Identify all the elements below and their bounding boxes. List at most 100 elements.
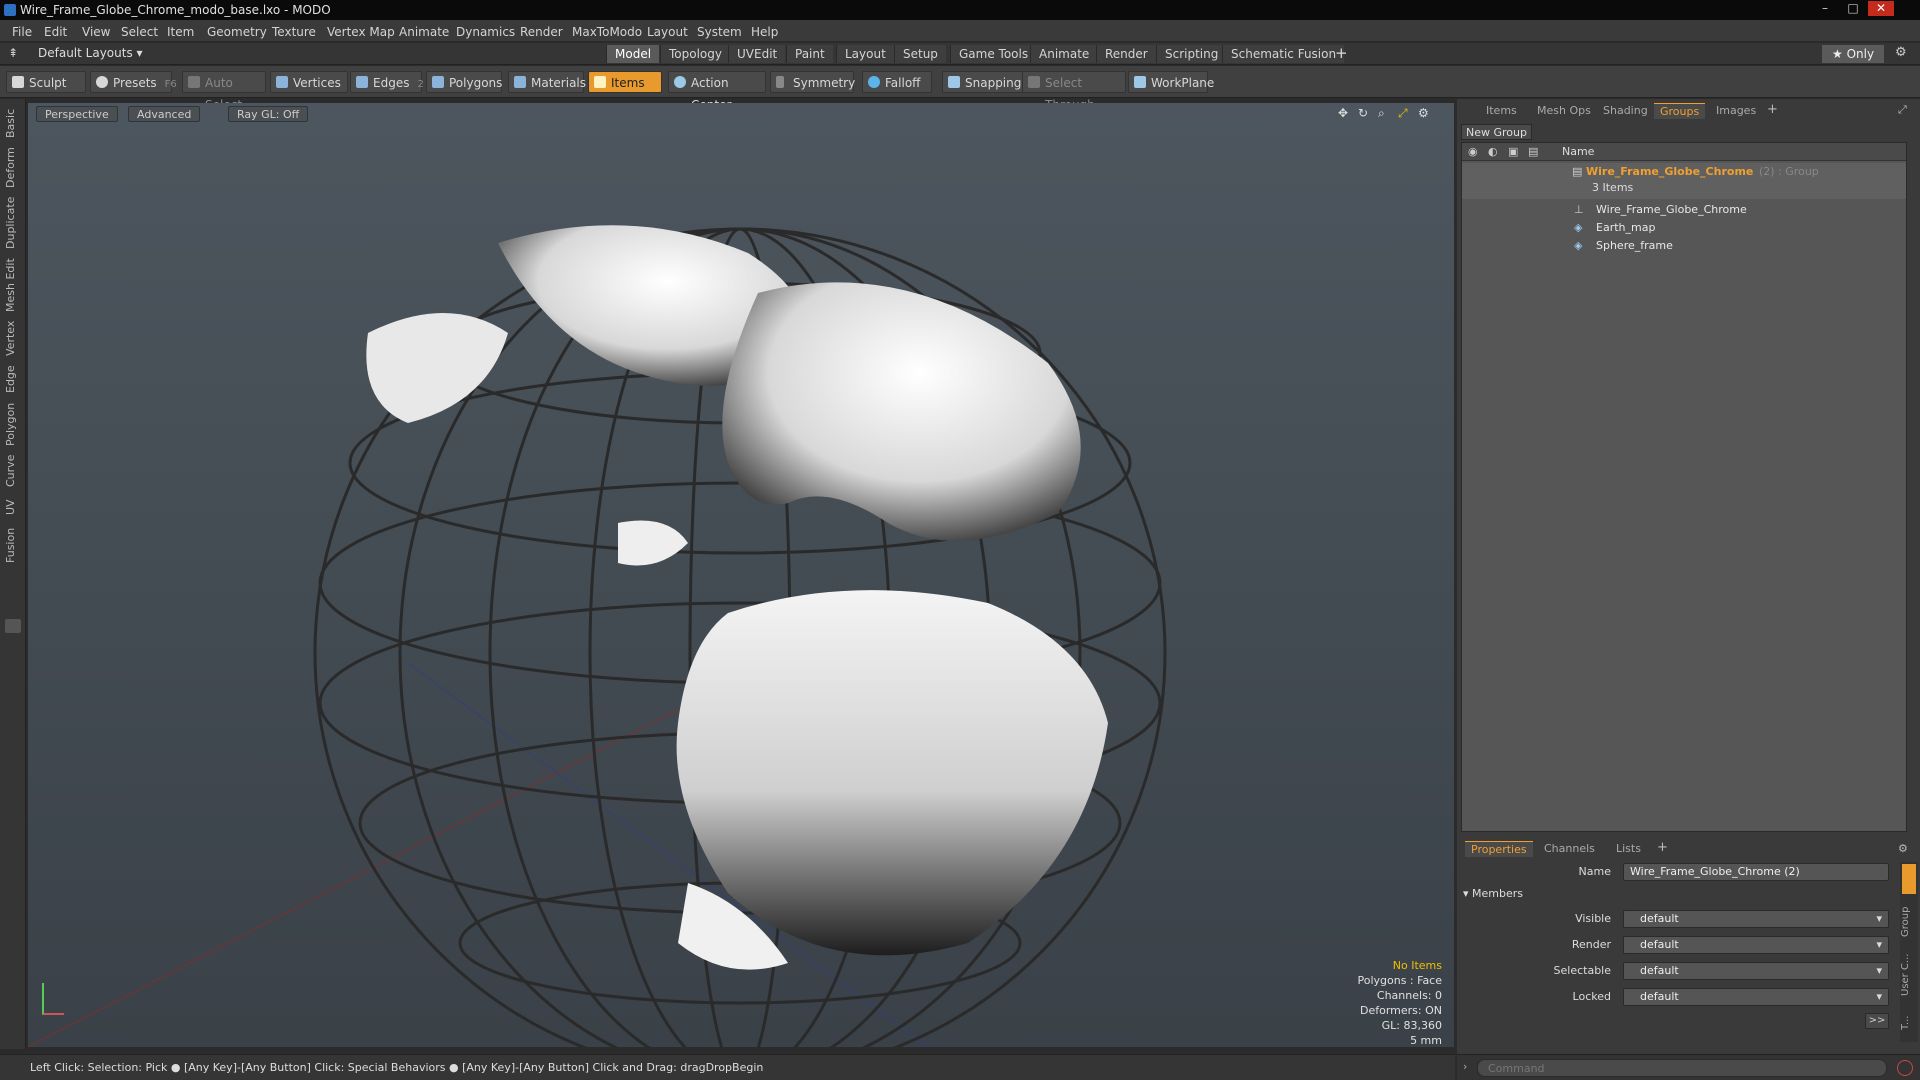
close-button[interactable]: ✕ [1868,1,1894,16]
viewport-settings-icon[interactable]: ⚙ [1418,106,1429,120]
command-record-icon[interactable] [1897,1060,1913,1076]
visible-dropdown[interactable]: default ▾ [1623,910,1889,928]
symmetry-button[interactable]: Symmetry [770,71,855,93]
add-tab-button[interactable]: + [1335,44,1348,62]
polygons-button[interactable]: Polygons [426,71,502,93]
tab-groups[interactable]: Groups [1654,103,1706,119]
menu-layout[interactable]: Layout [647,25,688,39]
rotate-icon[interactable]: ↻ [1358,106,1368,120]
minimize-button[interactable]: – [1812,1,1838,16]
maximize-icon[interactable]: ⤢ [1398,106,1408,121]
command-input[interactable] [1477,1059,1887,1077]
menu-maxtomodo[interactable]: MaxToModo [572,25,642,39]
menu-texture[interactable]: Texture [272,25,316,39]
tab-layout[interactable]: Layout [836,45,894,63]
list-item[interactable]: ◈ Earth_map [1462,219,1906,236]
falloff-button[interactable]: Falloff [862,71,932,93]
tab-model[interactable]: Model [606,45,660,63]
add-panel-tab-button[interactable]: + [1767,102,1778,117]
items-button[interactable]: Items [588,71,662,93]
vtab-deform[interactable]: Deform [4,147,22,189]
menu-view[interactable]: View [82,25,110,39]
tab-items[interactable]: Items [1480,103,1523,119]
select-through-button[interactable]: Select Through [1022,71,1126,112]
auto-select-button[interactable]: Auto Select [182,71,266,112]
tab-images[interactable]: Images [1710,103,1762,119]
edges-button[interactable]: Edges 2 [350,71,424,93]
vtab-mesh-edit[interactable]: Mesh Edit [4,257,22,313]
panel-toggle-icon[interactable] [5,619,21,633]
vertices-button[interactable]: Vertices1 [270,71,355,93]
raygl-button[interactable]: Ray GL: Off [228,106,309,122]
visibility-column-icon[interactable]: ◉ [1468,145,1478,158]
menu-geometry[interactable]: Geometry [207,25,267,39]
new-group-button[interactable]: New Group [1461,124,1532,140]
tab-shading[interactable]: Shading [1597,103,1654,119]
action-center-button[interactable]: Action Center [668,71,766,112]
side-tab-user-channels[interactable]: User C... [1900,950,1918,1000]
tab-game-tools[interactable]: Game Tools [950,45,1037,63]
command-expand-icon[interactable]: › [1463,1060,1467,1073]
sculpt-button[interactable]: Sculpt [6,71,86,93]
tab-animate[interactable]: Animate [1030,45,1098,63]
lock-column-icon[interactable]: ▣ [1508,145,1518,158]
workplane-button[interactable]: WorkPlane [1128,71,1214,93]
menu-help[interactable]: Help [751,25,778,39]
group-row[interactable]: ▤ Wire_Frame_Globe_Chrome (2) : Group 3 … [1462,163,1906,199]
vtab-duplicate[interactable]: Duplicate [4,195,22,251]
more-button[interactable]: >> [1865,1013,1889,1029]
side-tab-group[interactable]: Group [1900,902,1918,942]
render-dropdown[interactable]: default ▾ [1623,936,1889,954]
side-tab-t[interactable]: T... [1900,1008,1918,1038]
select-column-icon[interactable]: ▤ [1528,145,1538,158]
tab-channels[interactable]: Channels [1538,841,1601,857]
name-field[interactable]: Wire_Frame_Globe_Chrome (2) [1623,863,1889,881]
vtab-polygon[interactable]: Polygon [4,401,22,447]
side-tab-active[interactable] [1902,864,1916,894]
vtab-uv[interactable]: UV [4,495,22,519]
tab-properties[interactable]: Properties [1465,841,1533,857]
menu-system[interactable]: System [697,25,742,39]
3d-viewport[interactable]: Perspective Advanced Ray GL: Off ✥ ↻ ⌕ ⤢… [28,103,1454,1047]
layout-expand-icon[interactable]: ⇞ [8,46,18,60]
menu-dynamics[interactable]: Dynamics [456,25,515,39]
list-item[interactable]: ◈ Sphere_frame [1462,237,1906,254]
list-item[interactable]: ⊥ Wire_Frame_Globe_Chrome [1462,201,1906,218]
view-perspective-button[interactable]: Perspective [36,106,118,122]
props-settings-icon[interactable]: ⚙ [1898,842,1908,855]
view-mode-button[interactable]: Advanced [128,106,201,122]
menu-render[interactable]: Render [520,25,563,39]
restore-button[interactable]: □ [1840,1,1866,16]
menu-animate[interactable]: Animate [399,25,449,39]
vtab-fusion[interactable]: Fusion [4,525,22,565]
locked-dropdown[interactable]: default ▾ [1623,988,1889,1006]
menu-select[interactable]: Select [121,25,158,39]
pan-icon[interactable]: ✥ [1338,106,1348,120]
add-props-tab-button[interactable]: + [1657,840,1668,855]
menu-edit[interactable]: Edit [44,25,67,39]
tab-mesh-ops[interactable]: Mesh Ops [1531,103,1597,119]
materials-button[interactable]: Materials [508,71,586,93]
only-toggle[interactable]: ★ Only [1822,45,1885,63]
default-layouts-dropdown[interactable]: Default Layouts ▾ [38,46,143,60]
tab-schematic-fusion[interactable]: Schematic Fusion [1222,45,1345,63]
tab-paint[interactable]: Paint [786,45,833,63]
tab-render[interactable]: Render [1096,45,1156,63]
tab-lists[interactable]: Lists [1610,841,1647,857]
zoom-icon[interactable]: ⌕ [1378,106,1385,121]
menu-item[interactable]: Item [167,25,194,39]
tab-scripting[interactable]: Scripting [1156,45,1227,63]
presets-button[interactable]: Presets F6 [90,71,177,93]
tab-uvedit[interactable]: UVEdit [728,45,786,63]
tab-topology[interactable]: Topology [660,45,730,63]
vtab-basic[interactable]: Basic [4,105,22,141]
render-column-icon[interactable]: ◐ [1488,145,1498,158]
vtab-edge[interactable]: Edge [4,363,22,395]
tab-setup[interactable]: Setup [894,45,946,63]
vtab-curve[interactable]: Curve [4,453,22,489]
snapping-button[interactable]: Snapping [942,71,1026,93]
gear-icon[interactable]: ⚙ [1895,45,1907,60]
vtab-vertex[interactable]: Vertex [4,319,22,357]
panel-expand-icon[interactable]: ⤢ [1898,103,1907,117]
members-section[interactable]: ▾ Members [1463,887,1523,900]
